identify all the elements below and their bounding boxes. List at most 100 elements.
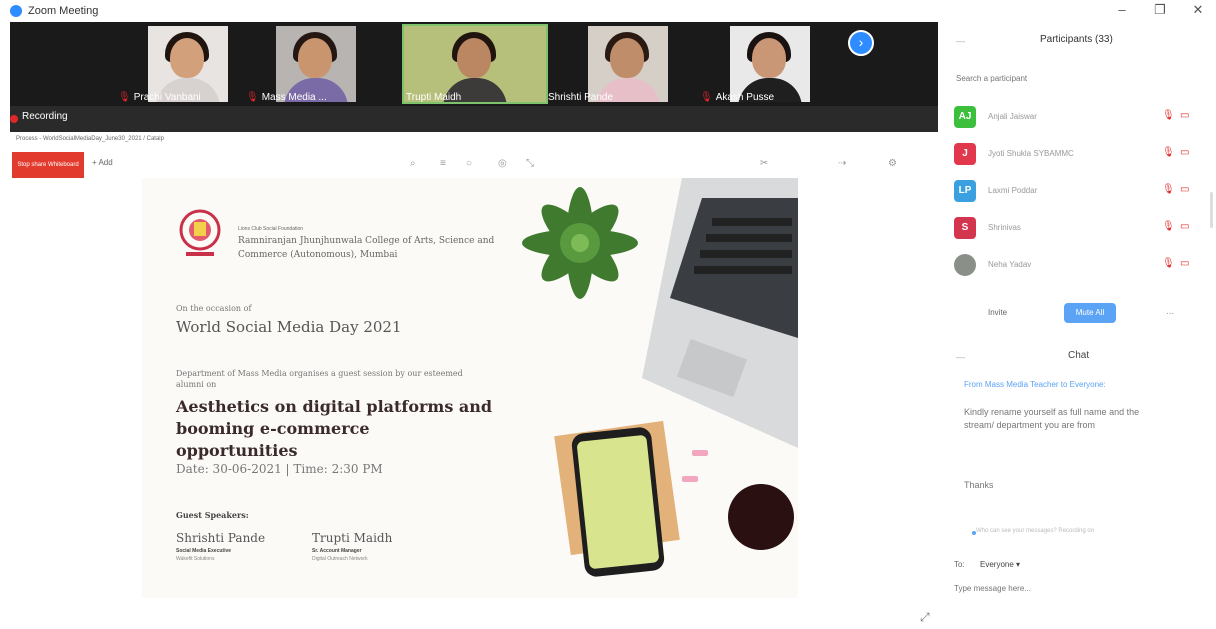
pin-tool-icon[interactable]: ◎ xyxy=(498,158,507,169)
side-panel: — Participants (33) AJAnjali Jaiswar🎙▭JJ… xyxy=(940,22,1216,629)
recording-dot-icon xyxy=(10,115,18,123)
participants-scrollbar[interactable] xyxy=(1210,192,1213,228)
window-title: Zoom Meeting xyxy=(28,5,99,17)
muted-mic-icon: 🎙 xyxy=(700,91,713,103)
college-logo-icon xyxy=(179,209,221,256)
participant-name: Prachi Vanbani xyxy=(133,91,201,103)
zoom-window: Zoom Meeting – ❐ ✕ 🎙 Prachi Vanbani 🎙 Mass … xyxy=(0,0,1216,629)
participant-name: Shrishti Pande xyxy=(548,91,614,103)
speaker-2-org: Digital Outreach Network xyxy=(312,556,368,562)
guest-speakers-label: Guest Speakers: xyxy=(176,510,249,520)
college-name: Ramniranjan Jhunjhunwala College of Arts… xyxy=(238,236,495,260)
search-tool-icon[interactable]: ⌕ xyxy=(410,158,416,169)
chat-hint-text: Who can see your messages? Recording on xyxy=(976,528,1095,534)
participant-face xyxy=(752,38,786,78)
slide-headline: Aesthetics on digital platforms and boom… xyxy=(176,397,493,460)
muted-mic-icon: 🎙 xyxy=(246,91,259,103)
participant-list-name: Neha Yadav xyxy=(988,260,1032,269)
stop-share-button[interactable]: Stop share Whiteboard xyxy=(12,152,84,178)
avatar: LP xyxy=(954,180,976,202)
muted-mic-icon[interactable]: 🎙 xyxy=(1162,221,1175,232)
participant-row[interactable]: Neha Yadav 🎙 ▭ xyxy=(954,254,1204,276)
restore-button[interactable]: ❐ xyxy=(1150,2,1170,18)
settings-tool-icon[interactable]: ⚙ xyxy=(888,158,897,169)
fit-tool-icon[interactable]: ⤡ xyxy=(526,158,534,169)
slide-tagline: Lions Club Social Foundation xyxy=(238,226,304,232)
laptop-image xyxy=(642,178,798,448)
muted-mic-icon[interactable]: 🎙 xyxy=(1162,110,1175,121)
video-off-icon[interactable]: ▭ xyxy=(1180,221,1189,232)
recording-bar xyxy=(10,106,938,132)
muted-mic-icon[interactable]: 🎙 xyxy=(1162,184,1175,195)
participant-name-tag: Trupti Maidh xyxy=(406,90,461,104)
avatar: S xyxy=(954,217,976,239)
pink-clip-image xyxy=(682,476,698,482)
minimize-button[interactable]: – xyxy=(1112,2,1132,17)
muted-mic-icon[interactable]: 🎙 xyxy=(1162,147,1175,158)
close-button[interactable]: ✕ xyxy=(1188,2,1208,18)
participants-collapse-icon[interactable]: — xyxy=(956,36,965,46)
succulent-plant-image xyxy=(522,187,638,299)
zoom-app-icon xyxy=(10,5,22,17)
speaker-1-name: Shrishti Pande xyxy=(176,531,266,545)
next-page-icon[interactable]: › xyxy=(848,30,874,56)
speaker-1-org: Wakefit Solutions xyxy=(176,556,215,562)
participants-title: Participants (33) xyxy=(1040,34,1113,45)
participant-search-input[interactable] xyxy=(956,74,1196,83)
participant-list-name: Shrinivas xyxy=(988,223,1021,232)
participant-name: Mass Media ... xyxy=(261,91,327,103)
chat-to-label: To: xyxy=(954,560,965,569)
comment-tool-icon[interactable]: ○ xyxy=(466,158,472,169)
more-options-button[interactable]: ... xyxy=(1166,306,1174,317)
avatar: AJ xyxy=(954,106,976,128)
mute-all-button[interactable]: Mute All xyxy=(1064,303,1116,323)
add-button[interactable]: + Add xyxy=(92,158,113,167)
participant-list-name: Anjali Jaiswar xyxy=(988,112,1037,121)
chat-message-input[interactable] xyxy=(954,584,1194,593)
participant-row[interactable]: AJ Anjali Jaiswar 🎙 ▭ xyxy=(954,106,1204,128)
video-off-icon[interactable]: ▭ xyxy=(1180,184,1189,195)
menu-tool-icon[interactable]: ≡ xyxy=(440,158,446,169)
participant-list-name: Jyoti Shukla SYBAMMC xyxy=(988,149,1074,158)
occasion-text: On the occasion of xyxy=(176,304,252,313)
participant-name-tag: 🎙 Prachi Vanbani xyxy=(118,90,201,104)
avatar xyxy=(954,254,976,276)
speaker-2-role: Sr. Account Manager xyxy=(312,548,362,554)
expand-icon[interactable]: ⤢ xyxy=(920,610,930,625)
chat-message-thanks: Thanks xyxy=(964,480,994,490)
invite-button[interactable]: Invite xyxy=(988,308,1007,317)
speaker-2-name: Trupti Maidh xyxy=(312,531,393,545)
muted-mic-icon[interactable]: 🎙 xyxy=(1162,258,1175,269)
phone-screen xyxy=(576,434,660,570)
avatar: J xyxy=(954,143,976,165)
video-off-icon[interactable]: ▭ xyxy=(1180,147,1189,158)
recording-label: Recording xyxy=(22,111,68,122)
title-bar: Zoom Meeting xyxy=(0,0,1216,22)
participant-name-tag: Shrishti Pande xyxy=(548,90,613,104)
participant-face xyxy=(170,38,204,78)
smartphone-image xyxy=(570,426,666,578)
share-tool-icon[interactable]: ⇢ xyxy=(838,158,846,169)
event-name: World Social Media Day 2021 xyxy=(176,318,402,336)
participant-face xyxy=(610,38,644,78)
participant-list-name: Laxmi Poddar xyxy=(988,186,1038,195)
recording-file-path: Process - WorldSocialMediaDay_June30_202… xyxy=(16,136,164,142)
participant-name: Akash Pusse xyxy=(715,91,775,103)
speaker-1-role: Social Media Executive xyxy=(176,548,232,554)
chat-title: Chat xyxy=(1068,350,1090,361)
chat-message-text: Kindly rename yourself as full name and … xyxy=(964,407,1140,430)
dept-text: Department of Mass Media organises a gue… xyxy=(176,369,463,389)
participant-row[interactable]: LP Laxmi Poddar 🎙 ▭ xyxy=(954,180,1204,202)
chat-message-sender: From Mass Media Teacher to Everyone: xyxy=(964,380,1106,389)
participant-row[interactable]: S Shrinivas 🎙 ▭ xyxy=(954,217,1204,239)
participant-row[interactable]: J Jyoti Shukla SYBAMMC 🎙 ▭ xyxy=(954,143,1204,165)
video-off-icon[interactable]: ▭ xyxy=(1180,110,1189,121)
chat-collapse-icon[interactable]: — xyxy=(956,352,965,362)
participant-name-tag: 🎙 Mass Media ... xyxy=(246,90,327,104)
coffee-cup-image xyxy=(728,484,794,550)
video-off-icon[interactable]: ▭ xyxy=(1180,258,1189,269)
event-datetime: Date: 30-06-2021 | Time: 2:30 PM xyxy=(176,462,383,476)
chat-recipient-select[interactable]: Everyone ▾ xyxy=(980,560,1020,569)
participant-face xyxy=(457,38,491,78)
crop-tool-icon[interactable]: ✂ xyxy=(760,158,768,169)
